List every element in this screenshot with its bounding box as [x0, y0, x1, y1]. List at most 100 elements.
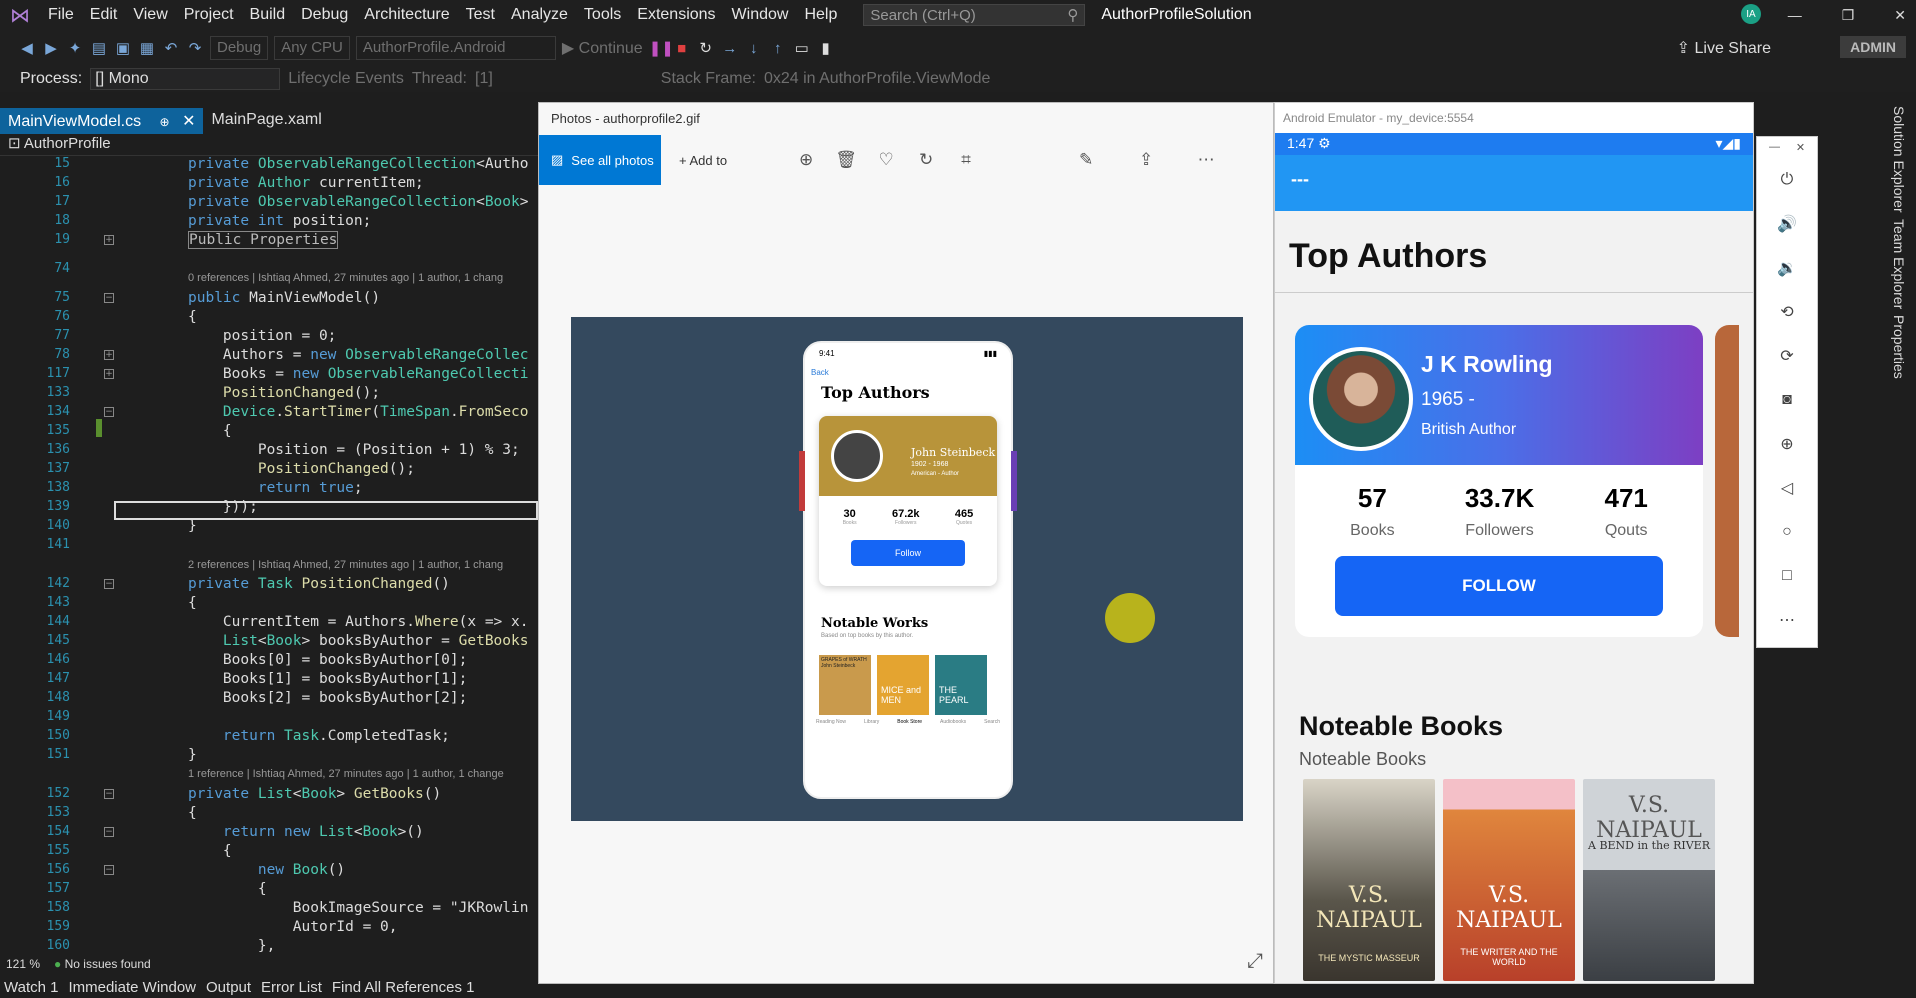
- menu-analyze[interactable]: Analyze: [503, 6, 576, 24]
- step-over-icon[interactable]: →: [721, 40, 739, 57]
- book-cover[interactable]: V.S. NAIPAUL THE WRITER AND THE WORLD: [1443, 779, 1575, 981]
- fold-toggle-icon[interactable]: −: [104, 579, 114, 589]
- fold-toggle-icon[interactable]: +: [104, 350, 114, 360]
- code-line[interactable]: private Author currentItem;: [188, 175, 424, 191]
- zoom-icon[interactable]: ⊕: [1757, 422, 1817, 466]
- codelens-info[interactable]: 2 references | Ishtiaq Ahmed, 27 minutes…: [188, 559, 503, 571]
- fold-toggle-icon[interactable]: −: [104, 407, 114, 417]
- more-icon[interactable]: ⋯: [1195, 150, 1217, 170]
- properties-tab[interactable]: Properties: [1891, 315, 1907, 379]
- code-line[interactable]: AutorId = 0,: [188, 919, 398, 935]
- next-author-card[interactable]: [1715, 325, 1739, 637]
- heart-icon[interactable]: ♡: [875, 150, 897, 170]
- new-project-icon[interactable]: ✦: [66, 39, 84, 57]
- close-tab-icon[interactable]: ✕: [182, 113, 195, 130]
- continue-button[interactable]: ▶ Continue: [562, 38, 643, 58]
- delete-icon[interactable]: 🗑: [835, 150, 857, 170]
- menu-test[interactable]: Test: [458, 6, 503, 24]
- code-line[interactable]: Books[2] = booksByAuthor[2];: [188, 690, 467, 706]
- code-line[interactable]: BookImageSource = "JKRowlin: [188, 900, 529, 916]
- emulator-close-icon[interactable]: ✕: [1796, 141, 1805, 154]
- code-line[interactable]: return new List<Book>(): [188, 824, 424, 840]
- menu-file[interactable]: File: [40, 6, 82, 24]
- code-line[interactable]: position = 0;: [188, 328, 337, 344]
- share-icon[interactable]: ⇪: [1135, 150, 1157, 170]
- code-line[interactable]: private Task PositionChanged(): [188, 576, 450, 592]
- code-line[interactable]: private ObservableRangeCollection<Autho: [188, 156, 528, 172]
- follow-button[interactable]: FOLLOW: [1335, 556, 1663, 616]
- code-line[interactable]: {: [188, 595, 197, 611]
- code-line[interactable]: return Task.CompletedTask;: [188, 728, 450, 744]
- save-all-icon[interactable]: ▦: [138, 39, 156, 57]
- code-line[interactable]: private List<Book> GetBooks(): [188, 786, 441, 802]
- tab-mainpage-xaml[interactable]: MainPage.xaml: [203, 108, 329, 134]
- code-line[interactable]: {: [188, 881, 267, 897]
- overview-icon[interactable]: □: [1757, 554, 1817, 598]
- startup-project-dropdown[interactable]: AuthorProfile.Android: [355, 36, 556, 60]
- back-icon[interactable]: ◁: [1757, 466, 1817, 510]
- book-cover[interactable]: V.S. NAIPAUL THE MYSTIC MASSEUR: [1303, 779, 1435, 981]
- code-line[interactable]: List<Book> booksByAuthor = GetBooks: [188, 633, 529, 649]
- crop-icon[interactable]: ⌗: [955, 150, 977, 170]
- thread-dropdown[interactable]: [1]: [475, 70, 493, 88]
- book-cover[interactable]: V.S. NAIPAUL A BEND in the RIVER: [1583, 779, 1715, 981]
- rotate-left-icon[interactable]: ⟲: [1757, 290, 1817, 334]
- tab-output[interactable]: Output: [206, 979, 251, 996]
- home-icon[interactable]: ○: [1757, 510, 1817, 554]
- stop-icon[interactable]: ■: [673, 40, 691, 57]
- back-icon[interactable]: ◀: [18, 39, 36, 57]
- fold-toggle-icon[interactable]: −: [104, 293, 114, 303]
- menu-architecture[interactable]: Architecture: [356, 6, 457, 24]
- restore-icon[interactable]: ❐: [1842, 7, 1855, 24]
- device-icon[interactable]: ▭: [793, 39, 811, 57]
- code-line[interactable]: PositionChanged();: [188, 385, 380, 401]
- code-line[interactable]: new Book(): [188, 862, 345, 878]
- code-line[interactable]: Books[0] = booksByAuthor[0];: [188, 652, 467, 668]
- codelens-info[interactable]: 1 reference | Ishtiaq Ahmed, 27 minutes …: [188, 768, 504, 780]
- rotate-right-icon[interactable]: ⟳: [1757, 334, 1817, 378]
- lifecycle-events-dropdown[interactable]: Lifecycle Events: [288, 70, 404, 88]
- code-line[interactable]: },: [188, 938, 275, 954]
- menu-window[interactable]: Window: [724, 6, 797, 24]
- menu-help[interactable]: Help: [796, 6, 845, 24]
- minimize-icon[interactable]: —: [1788, 7, 1802, 23]
- code-line[interactable]: Books[1] = booksByAuthor[1];: [188, 671, 467, 687]
- fullscreen-icon[interactable]: ⤢: [1247, 950, 1263, 973]
- configuration-dropdown[interactable]: Debug: [210, 36, 269, 60]
- tab-mainviewmodel[interactable]: MainViewModel.cs ⊕ ✕: [0, 108, 204, 134]
- zoom-icon[interactable]: ⊕: [795, 150, 817, 170]
- code-line[interactable]: Device.StartTimer(TimeSpan.FromSeco: [188, 404, 529, 420]
- pause-icon[interactable]: ❚❚: [649, 39, 674, 57]
- live-share-button[interactable]: ⇪ Live Share: [1677, 38, 1771, 58]
- solution-explorer-tab[interactable]: Solution Explorer: [1891, 106, 1907, 213]
- close-icon[interactable]: ✕: [1894, 7, 1906, 24]
- code-line[interactable]: private ObservableRangeCollection<Book>: [188, 194, 528, 210]
- codelens-info[interactable]: 0 references | Ishtiaq Ahmed, 27 minutes…: [188, 272, 503, 284]
- save-icon[interactable]: ▣: [114, 39, 132, 57]
- see-all-photos-button[interactable]: ▨ See all photos: [539, 135, 661, 185]
- tab-error-list[interactable]: Error List: [261, 979, 322, 996]
- step-out-icon[interactable]: ↑: [769, 40, 787, 57]
- open-icon[interactable]: ▤: [90, 39, 108, 57]
- volume-down-icon[interactable]: 🔉: [1757, 246, 1817, 290]
- code-line[interactable]: {: [188, 423, 232, 439]
- code-editor[interactable]: 15 private ObservableRangeCollection<Auth…: [0, 156, 538, 956]
- menu-tools[interactable]: Tools: [576, 6, 629, 24]
- redo-icon[interactable]: ↷: [186, 39, 204, 57]
- zoom-level[interactable]: 121 %: [6, 957, 40, 971]
- bookmark-icon[interactable]: ▮: [817, 39, 835, 57]
- tab-immediate[interactable]: Immediate Window: [68, 979, 196, 996]
- code-line[interactable]: private int position;: [188, 213, 371, 229]
- process-dropdown[interactable]: [] Mono: [90, 68, 281, 90]
- search-input[interactable]: Search (Ctrl+Q) ⚲: [863, 4, 1086, 26]
- edit-icon[interactable]: ✎: [1075, 150, 1097, 170]
- menu-extensions[interactable]: Extensions: [629, 6, 723, 24]
- more-icon[interactable]: ⋯: [1757, 598, 1817, 642]
- code-line[interactable]: {: [188, 309, 197, 325]
- team-explorer-tab[interactable]: Team Explorer: [1891, 219, 1907, 309]
- pin-icon[interactable]: ⊕: [160, 115, 170, 129]
- visual-studio-logo-icon[interactable]: ⋈: [0, 0, 40, 30]
- code-line[interactable]: PositionChanged();: [188, 461, 415, 477]
- user-avatar[interactable]: IA: [1741, 4, 1761, 24]
- volume-up-icon[interactable]: 🔊: [1757, 202, 1817, 246]
